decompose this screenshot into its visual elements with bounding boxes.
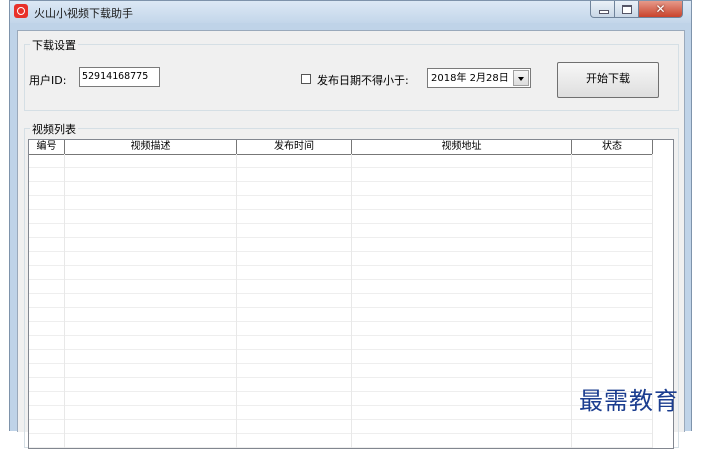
date-picker[interactable]: 2018年 2月28日 — [427, 68, 531, 88]
table-header: 编号 视频描述 发布时间 视频地址 状态 — [29, 140, 653, 155]
maximize-button[interactable] — [615, 1, 639, 18]
title-bar[interactable]: 火山小视频下载助手 ✕ — [10, 1, 691, 23]
date-value: 2018年 2月28日 — [431, 73, 509, 84]
column-dividers — [29, 154, 653, 448]
date-filter-checkbox[interactable] — [301, 74, 311, 84]
window-title: 火山小视频下载助手 — [34, 7, 133, 20]
close-button[interactable]: ✕ — [639, 1, 683, 18]
download-settings-group: 下载设置 用户ID: 52914168775 发布日期不得小于: 2018年 2… — [24, 37, 679, 111]
close-icon: ✕ — [655, 2, 666, 16]
column-divider — [571, 154, 572, 448]
column-header-video-url[interactable]: 视频地址 — [352, 140, 572, 154]
app-icon — [14, 4, 28, 18]
date-filter-label[interactable]: 发布日期不得小于: — [317, 72, 409, 88]
video-list-label: 视频列表 — [30, 121, 78, 137]
column-header-description[interactable]: 视频描述 — [65, 140, 237, 154]
client-area: 下载设置 用户ID: 52914168775 发布日期不得小于: 2018年 2… — [17, 30, 685, 449]
video-list-table[interactable]: 编号 视频描述 发布时间 视频地址 状态 — [28, 139, 674, 449]
minimize-button[interactable] — [590, 1, 615, 18]
app-window: 火山小视频下载助手 ✕ 下载设置 用户ID: 52914168775 发布日期不… — [9, 0, 692, 449]
start-download-button[interactable]: 开始下载 — [557, 62, 659, 98]
column-divider — [351, 154, 352, 448]
window-controls: ✕ — [590, 1, 683, 18]
watermark-text: 最需教育 — [579, 387, 679, 415]
column-header-id[interactable]: 编号 — [29, 140, 65, 154]
chevron-down-icon[interactable] — [513, 70, 529, 86]
download-settings-label: 下载设置 — [30, 37, 78, 53]
column-header-publish-time[interactable]: 发布时间 — [237, 140, 352, 154]
column-divider — [236, 154, 237, 448]
user-id-label: 用户ID: — [29, 74, 67, 87]
column-divider — [64, 154, 65, 448]
user-id-input[interactable]: 52914168775 — [79, 67, 160, 87]
column-header-status[interactable]: 状态 — [572, 140, 653, 154]
